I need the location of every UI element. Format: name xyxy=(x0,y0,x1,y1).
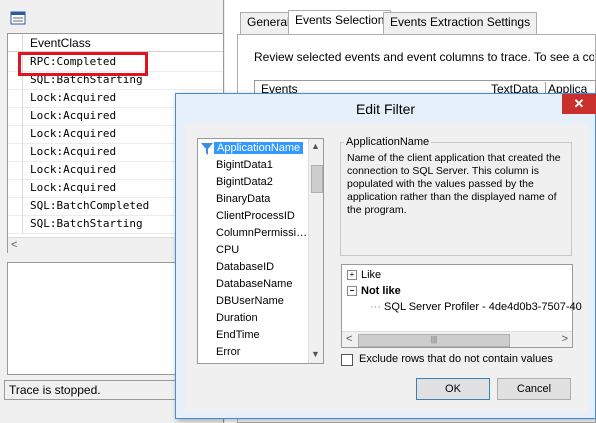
description-text: Name of the client application that crea… xyxy=(347,152,561,216)
scroll-thumb[interactable]: ||| xyxy=(358,334,510,347)
row-header-gutter xyxy=(8,34,23,52)
tree-horizontal-scrollbar[interactable]: < ||| > xyxy=(342,331,572,347)
event-class-cell: Lock:Acquired xyxy=(30,163,117,176)
column-list-item[interactable]: ClientProcessID xyxy=(216,210,295,222)
not-like-value-item[interactable]: ··· SQL Server Profiler - 4de4d0b3-7507-… xyxy=(370,301,582,313)
event-class-cell: Lock:Acquired xyxy=(30,127,117,140)
scroll-left-arrow-icon[interactable]: < xyxy=(346,333,352,345)
row-gutter xyxy=(8,107,23,125)
tree-connector: ··· xyxy=(370,301,385,313)
column-list-item[interactable]: BinaryData xyxy=(216,193,270,205)
tree-item-not-like[interactable]: − Not like xyxy=(347,285,401,297)
row-gutter xyxy=(8,125,23,143)
event-class-cell: SQL:BatchStarting xyxy=(30,217,143,230)
tab-events-extraction-settings[interactable]: Events Extraction Settings xyxy=(383,12,538,34)
tree-item-like[interactable]: + Like xyxy=(347,269,381,281)
row-gutter xyxy=(8,197,23,215)
filter-conditions-tree[interactable]: + Like − Not like ··· SQL Server Profiler … xyxy=(341,264,582,348)
scroll-right-arrow-icon[interactable]: > xyxy=(562,333,568,345)
event-class-cell: Lock:Acquired xyxy=(30,181,117,194)
status-text: Trace is stopped. xyxy=(9,383,101,397)
filter-funnel-icon xyxy=(201,143,213,155)
expand-icon[interactable]: + xyxy=(347,270,357,281)
column-list-item[interactable]: DBUserName xyxy=(216,295,284,307)
scroll-left-arrow-icon[interactable]: < xyxy=(11,239,17,251)
close-button[interactable]: ✕ xyxy=(562,94,596,114)
collapse-icon[interactable]: − xyxy=(347,286,357,297)
column-list-item[interactable]: DatabaseID xyxy=(216,261,274,273)
row-gutter xyxy=(8,215,23,233)
not-like-label: Not like xyxy=(361,285,401,297)
review-instructions: Review selected events and event columns… xyxy=(254,50,594,64)
not-like-value: SQL Server Profiler - 4de4d0b3-7507-40 xyxy=(384,301,582,313)
like-label: Like xyxy=(361,269,382,281)
event-class-cell: Lock:Acquired xyxy=(30,91,117,104)
highlight-annotation-box xyxy=(18,52,148,76)
row-gutter xyxy=(8,161,23,179)
exclude-rows-label[interactable]: Exclude rows that do not contain values xyxy=(359,353,553,365)
cancel-button[interactable]: Cancel xyxy=(497,378,571,400)
column-list-item[interactable]: DatabaseName xyxy=(216,278,292,290)
edit-filter-dialog: Edit Filter ✕ ApplicationName BigintData1… xyxy=(175,93,596,419)
scroll-thumb[interactable] xyxy=(311,165,323,193)
row-gutter xyxy=(8,89,23,107)
row-gutter xyxy=(8,179,23,197)
column-list-item[interactable]: EndTime xyxy=(216,329,260,341)
exclude-rows-checkbox[interactable] xyxy=(341,354,353,366)
row-gutter xyxy=(8,143,23,161)
column-list-item[interactable]: ApplicationName xyxy=(214,142,304,154)
scroll-down-arrow-icon[interactable]: ▼ xyxy=(311,349,320,359)
column-list-scrollbar[interactable]: ▲ ▼ xyxy=(308,139,323,363)
column-list-item[interactable]: CPU xyxy=(216,244,239,256)
column-list-item[interactable]: BigintData2 xyxy=(216,176,273,188)
dialog-title: Edit Filter xyxy=(355,101,416,117)
event-class-cell: Lock:Acquired xyxy=(30,145,117,158)
scroll-up-arrow-icon[interactable]: ▲ xyxy=(311,141,320,151)
filter-column-list[interactable]: ApplicationName BigintData1 BigintData2 Bin… xyxy=(197,138,324,364)
description-title: ApplicationName xyxy=(344,136,432,148)
column-list-item[interactable]: Duration xyxy=(216,312,258,324)
column-list-item[interactable]: ColumnPermissi… xyxy=(216,227,307,239)
event-class-cell: Lock:Acquired xyxy=(30,109,117,122)
event-class-cell: SQL:BatchCompleted xyxy=(30,199,150,212)
close-icon: ✕ xyxy=(573,96,585,111)
eventclass-column-header[interactable]: EventClass xyxy=(30,36,91,50)
tab-events-selection[interactable]: Events Selection xyxy=(288,10,392,35)
column-list-item[interactable]: BigintData1 xyxy=(216,159,273,171)
properties-icon[interactable] xyxy=(10,10,26,26)
ok-button[interactable]: OK xyxy=(416,378,490,400)
column-list-item[interactable]: Error xyxy=(216,346,240,358)
grid-header: EventClass xyxy=(8,34,223,52)
